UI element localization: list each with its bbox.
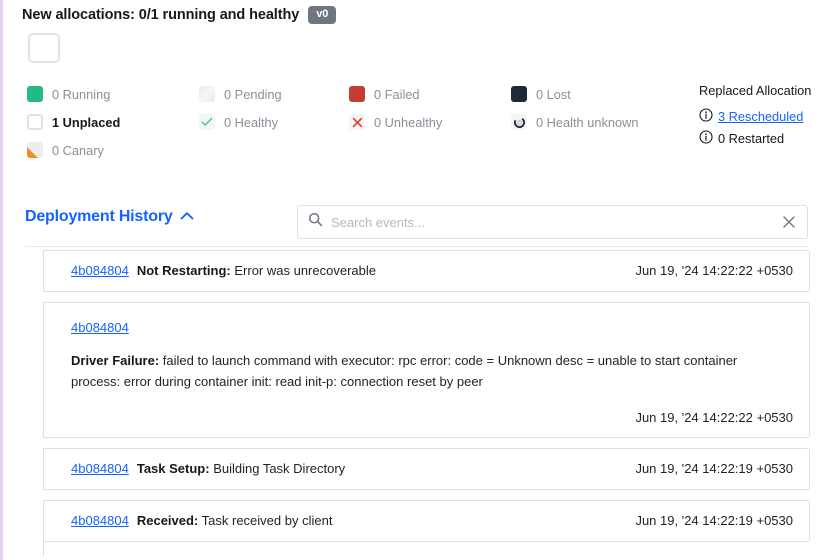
table-row[interactable]: 4b084804 Task Setup: Building Task Direc… [43, 448, 810, 490]
rescheduled-row: 3 Rescheduled [699, 105, 816, 127]
rescheduled-link[interactable]: 3 Rescheduled [718, 109, 803, 124]
search-icon [308, 212, 323, 232]
event-connector: 4b084804 Task Setup: Building Task Direc… [25, 448, 810, 490]
event-timestamp: Jun 19, '24 14:22:19 +0530 [635, 513, 793, 528]
page-title: New allocations: 0/1 running and healthy [22, 7, 300, 23]
legend-label-unhealthy: 0 Unhealthy [374, 114, 443, 130]
event-timestamp: Jun 19, '24 14:22:19 +0530 [635, 461, 793, 476]
deployment-history-events: 4b084804 Not Restarting: Error was unrec… [25, 250, 810, 556]
deployment-history-toggle[interactable]: Deployment History [25, 208, 194, 226]
clear-search-button[interactable] [782, 215, 796, 229]
search-input[interactable] [331, 214, 774, 230]
event-message: Error was unrecoverable [234, 263, 376, 278]
allocation-id-link[interactable]: 4b084804 [71, 513, 129, 528]
event-detail-body: Driver Failure: failed to launch command… [71, 350, 771, 392]
legend-label-pending: 0 Pending [224, 86, 282, 102]
legend-item-failed[interactable]: 0 Failed [349, 80, 511, 108]
event-type: Not Restarting: [136, 263, 231, 278]
allocation-summary-header: New allocations: 0/1 running and healthy… [22, 6, 337, 24]
unhealthy-x-icon [349, 114, 365, 130]
event-connector: 4b084804 Not Restarting: Error was unrec… [25, 250, 810, 292]
legend-item-pending[interactable]: 0 Pending [199, 80, 349, 108]
canary-swatch [27, 142, 43, 158]
event-type: Driver Failure: [71, 353, 160, 368]
legend-item-healthy[interactable]: 0 Healthy [199, 108, 349, 136]
event-message: failed to launch command with executor: … [71, 353, 738, 389]
replaced-allocations-title: Replaced Allocation [699, 83, 812, 98]
legend-label-running: 0 Running [52, 86, 111, 102]
allocation-id-link[interactable]: 4b084804 [71, 320, 129, 335]
chevron-up-icon [180, 208, 194, 226]
legend-item-canary[interactable]: 0 Canary [27, 136, 199, 164]
failed-swatch [349, 86, 365, 102]
legend-item-unhealthy[interactable]: 0 Unhealthy [349, 108, 511, 136]
event-timestamp: Jun 19, '24 14:22:22 +0530 [635, 410, 793, 425]
event-type: Task Setup: [136, 461, 210, 476]
allocation-id-link[interactable]: 4b084804 [71, 461, 129, 476]
allocation-status-legend: 0 Running 0 Pending 0 Failed 0 Lost 1 Un… [27, 80, 699, 164]
allocation-id-link[interactable]: 4b084804 [71, 263, 129, 278]
unplaced-swatch [27, 114, 43, 130]
restarted-row: 0 Restarted [699, 127, 816, 149]
pending-swatch [199, 86, 215, 102]
info-icon [699, 129, 713, 147]
legend-label-lost: 0 Lost [536, 86, 571, 102]
event-message: Task received by client [201, 513, 333, 528]
deployment-history-title: Deployment History [25, 208, 173, 225]
running-swatch [27, 86, 43, 102]
search-events-container[interactable] [297, 205, 808, 239]
replaced-allocations-section: Replaced Allocation 3 Rescheduled 0 Rest… [699, 80, 816, 149]
section-divider [25, 246, 808, 247]
legend-label-canary: 0 Canary [52, 142, 104, 158]
healthy-check-icon [199, 114, 215, 130]
table-row[interactable]: 4b084804 Received: Task received by clie… [43, 500, 810, 542]
legend-item-unplaced[interactable]: 1 Unplaced [27, 108, 199, 136]
deployment-panel: New allocations: 0/1 running and healthy… [0, 0, 816, 560]
legend-item-running[interactable]: 0 Running [27, 80, 199, 108]
event-type: Received: [136, 513, 199, 528]
table-row[interactable]: 4b084804 Driver Failure: failed to launc… [43, 302, 810, 438]
table-row[interactable]: 4b084804 Not Restarting: Error was unrec… [43, 250, 810, 292]
event-timestamp: Jun 19, '24 14:22:22 +0530 [635, 263, 793, 278]
event-message: Building Task Directory [213, 461, 346, 476]
lost-swatch [511, 86, 527, 102]
version-badge: v0 [308, 6, 337, 24]
legend-label-unplaced: 1 Unplaced [52, 114, 121, 130]
restarted-label: 0 Restarted [718, 130, 785, 146]
legend-label-failed: 0 Failed [374, 86, 420, 102]
allocation-status-box[interactable] [28, 33, 60, 63]
legend-label-health-unknown: 0 Health unknown [536, 114, 639, 130]
health-unknown-icon [511, 114, 527, 130]
event-connector: 4b084804 Driver Failure: failed to launc… [25, 302, 810, 438]
event-connector: 4b084804 Received: Task received by clie… [25, 500, 810, 556]
info-icon [699, 107, 713, 125]
legend-label-healthy: 0 Healthy [224, 114, 279, 130]
